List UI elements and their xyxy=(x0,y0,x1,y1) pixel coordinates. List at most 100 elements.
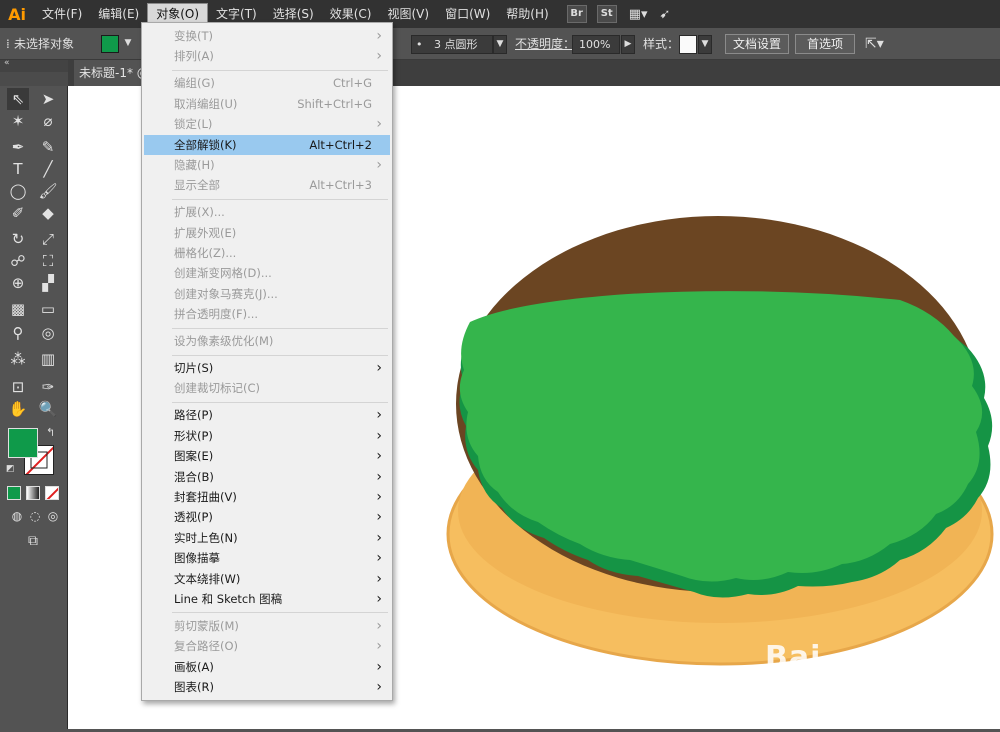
object-menu-item[interactable]: 切片(S) › xyxy=(144,358,390,378)
object-menu-item[interactable]: 隐藏(H) › xyxy=(144,155,390,175)
brush-preset-dropdown[interactable]: ▼ xyxy=(493,35,507,54)
draw-inside-icon[interactable]: ◎ xyxy=(42,505,64,527)
none-mode-icon[interactable] xyxy=(45,486,59,500)
gradient-tool-icon[interactable]: ▭ xyxy=(37,298,59,320)
object-menu-item[interactable]: 锁定(L) › xyxy=(144,114,390,134)
submenu-arrow-icon: › xyxy=(376,28,382,44)
menu-file[interactable]: 文件(F) xyxy=(34,3,90,25)
tools-panel-grip[interactable] xyxy=(0,72,68,86)
free-transform-tool-icon[interactable]: ⛶ xyxy=(37,250,59,272)
rotate-tool-icon[interactable]: ↻ xyxy=(7,228,29,250)
object-menu-item[interactable]: 拼合透明度(F)... xyxy=(144,304,390,324)
object-menu-item[interactable]: 实时上色(N) › xyxy=(144,528,390,548)
shaper-tool-icon[interactable]: ✐ xyxy=(7,202,29,224)
object-menu-item[interactable]: 路径(P) › xyxy=(144,405,390,425)
slice-tool-icon[interactable]: ✑ xyxy=(37,376,59,398)
object-menu-item[interactable]: 复合路径(O) › xyxy=(144,636,390,656)
gradient-mode-icon[interactable] xyxy=(26,486,40,500)
object-menu-item[interactable]: 形状(P) › xyxy=(144,426,390,446)
object-menu-item[interactable]: 文本绕排(W) › xyxy=(144,569,390,589)
perspective-grid-tool-icon[interactable]: ▞ xyxy=(37,272,59,294)
object-menu-item[interactable]: 显示全部 Alt+Ctrl+3 xyxy=(144,175,390,195)
magic-wand-tool-icon[interactable]: ✶ xyxy=(7,110,29,132)
menu-item-label: 显示全部 xyxy=(174,178,220,193)
illustrator-logo: Ai xyxy=(8,4,26,24)
workspace-layout-icon[interactable]: ▦▾ xyxy=(629,7,648,22)
default-colors-icon[interactable]: ◩ xyxy=(6,464,15,474)
object-menu-item[interactable]: 变换(T) › xyxy=(144,26,390,46)
opacity-input[interactable]: 100% xyxy=(572,35,620,54)
object-menu-item[interactable]: 画板(A) › xyxy=(144,657,390,677)
menu-item-label: 封套扭曲(V) xyxy=(174,489,237,504)
symbol-sprayer-tool-icon[interactable]: ⁂ xyxy=(7,348,29,370)
object-menu-item[interactable]: 排列(A) › xyxy=(144,46,390,66)
swap-colors-icon[interactable]: ↰ xyxy=(46,426,55,439)
line-tool-icon[interactable]: ╱ xyxy=(37,158,59,180)
artboard-tool-icon[interactable]: ⊡ xyxy=(7,376,29,398)
fill-swatch[interactable] xyxy=(101,35,119,53)
object-menu-item[interactable]: 设为像素级优化(M) xyxy=(144,331,390,351)
arrange-documents-icon[interactable]: ⇱▾ xyxy=(865,28,884,60)
direct-selection-tool-icon[interactable]: ➤ xyxy=(37,88,59,110)
menu-window[interactable]: 窗口(W) xyxy=(437,3,498,25)
selection-tool-icon[interactable]: ⇖ xyxy=(7,88,29,110)
object-menu-item[interactable]: 混合(B) › xyxy=(144,467,390,487)
fill-color-swatch[interactable] xyxy=(8,428,38,458)
zoom-tool-icon[interactable]: 🔍 xyxy=(37,398,59,420)
submenu-arrow-icon: › xyxy=(376,550,382,567)
chevron-down-icon[interactable]: ▼ xyxy=(121,35,135,54)
lasso-tool-icon[interactable]: ⌀ xyxy=(37,110,59,132)
object-menu-item[interactable]: 扩展外观(E) xyxy=(144,223,390,243)
object-menu-item[interactable]: 取消编组(U) Shift+Ctrl+G xyxy=(144,94,390,114)
style-dropdown[interactable]: ▼ xyxy=(698,35,712,54)
menu-item-shortcut: Alt+Ctrl+3 xyxy=(309,178,372,193)
pen-tool-icon[interactable]: ✒ xyxy=(7,136,29,158)
column-graph-tool-icon[interactable]: ▥ xyxy=(37,348,59,370)
menu-item-label: 取消编组(U) xyxy=(174,96,238,111)
eyedropper-tool-icon[interactable]: ⚲ xyxy=(7,322,29,344)
opacity-label[interactable]: 不透明度： xyxy=(515,28,575,60)
blend-tool-icon[interactable]: ◎ xyxy=(37,322,59,344)
eraser-tool-icon[interactable]: ◆ xyxy=(37,202,59,224)
document-setup-button[interactable]: 文档设置 xyxy=(725,34,789,54)
object-menu-item[interactable]: 图表(R) › xyxy=(144,677,390,697)
gpu-rocket-icon[interactable]: ➹ xyxy=(660,7,671,22)
submenu-arrow-icon: › xyxy=(376,427,382,444)
type-tool-icon[interactable]: T xyxy=(7,158,29,180)
object-menu-item[interactable]: 全部解锁(K) Alt+Ctrl+2 xyxy=(144,134,390,155)
scale-tool-icon[interactable]: ⤢ xyxy=(37,228,59,250)
object-menu-item[interactable]: 封套扭曲(V) › xyxy=(144,487,390,507)
object-menu-item[interactable]: 创建裁切标记(C) xyxy=(144,378,390,398)
menu-item-label: 创建裁切标记(C) xyxy=(174,381,261,396)
opacity-dropdown[interactable]: ▶ xyxy=(621,35,635,54)
style-swatch[interactable] xyxy=(679,35,697,54)
color-mode-icon[interactable] xyxy=(7,486,21,500)
curvature-tool-icon[interactable]: ✎ xyxy=(37,136,59,158)
object-menu-item[interactable]: 创建对象马赛克(J)... xyxy=(144,284,390,304)
object-menu-item[interactable]: 剪切蒙版(M) › xyxy=(144,616,390,636)
object-menu-item[interactable]: 透视(P) › xyxy=(144,507,390,527)
object-menu-item[interactable]: 图案(E) › xyxy=(144,446,390,466)
collapse-icon[interactable]: « xyxy=(4,58,10,68)
menu-edit[interactable]: 编辑(E) xyxy=(90,3,147,25)
submenu-arrow-icon: › xyxy=(376,638,382,655)
object-menu-item[interactable]: 创建渐变网格(D)... xyxy=(144,263,390,283)
preferences-button[interactable]: 首选项 xyxy=(795,34,855,54)
menu-item-label: 创建渐变网格(D)... xyxy=(174,266,272,281)
screen-mode-icon[interactable]: ⧉ xyxy=(22,530,44,552)
mesh-tool-icon[interactable]: ▩ xyxy=(7,298,29,320)
paintbrush-tool-icon[interactable]: 🖌 xyxy=(37,180,59,202)
object-menu-item[interactable]: 编组(G) Ctrl+G xyxy=(144,73,390,93)
warp-tool-icon[interactable]: ☍ xyxy=(7,250,29,272)
object-menu-item[interactable]: 图像描摹 › xyxy=(144,548,390,568)
object-menu-item[interactable]: Line 和 Sketch 图稿 › xyxy=(144,589,390,609)
ellipse-tool-icon[interactable]: ◯ xyxy=(7,180,29,202)
object-menu-item[interactable]: 扩展(X)... xyxy=(144,202,390,222)
bridge-button[interactable]: Br xyxy=(566,5,587,23)
shape-builder-tool-icon[interactable]: ⊕ xyxy=(7,272,29,294)
hand-tool-icon[interactable]: ✋ xyxy=(7,398,29,420)
stock-button[interactable]: St xyxy=(596,5,617,23)
object-menu-item[interactable]: 栅格化(Z)... xyxy=(144,243,390,263)
brush-preset-field[interactable]: • 3 点圆形 xyxy=(411,35,493,54)
menu-help[interactable]: 帮助(H) xyxy=(498,3,556,25)
